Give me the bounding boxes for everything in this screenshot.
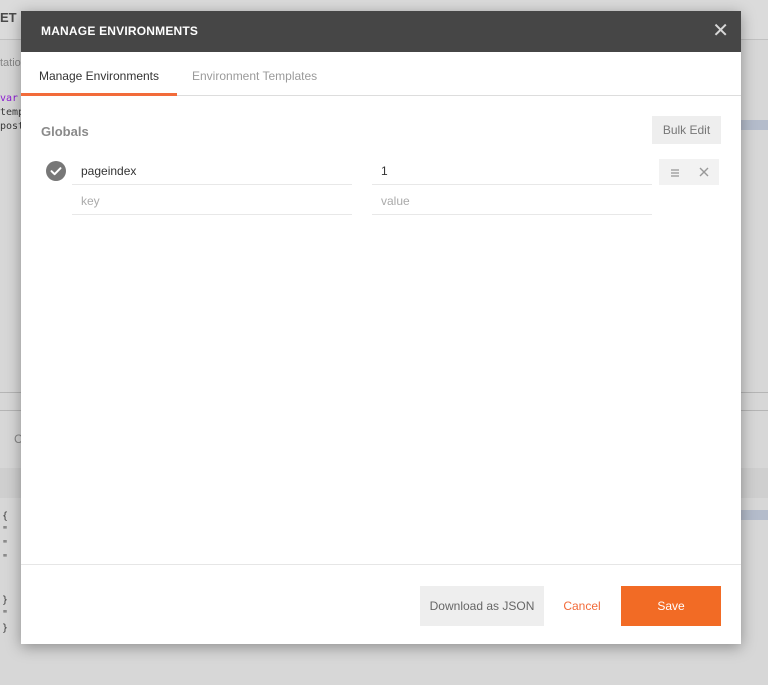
bulk-edit-button[interactable]: Bulk Edit (652, 116, 721, 144)
row-actions (659, 159, 719, 185)
value-input[interactable] (372, 157, 652, 185)
menu-icon[interactable] (669, 166, 681, 178)
download-as-json-button[interactable]: Download as JSON (420, 586, 544, 626)
save-button[interactable]: Save (621, 586, 721, 626)
new-key-input[interactable] (72, 187, 352, 215)
modal-header: MANAGE ENVIRONMENTS ✕ (21, 11, 741, 52)
modal-title: MANAGE ENVIRONMENTS (41, 24, 199, 38)
key-input[interactable] (72, 157, 352, 185)
close-icon[interactable]: ✕ (712, 19, 729, 43)
check-icon[interactable] (46, 161, 66, 181)
tab-manage-environments[interactable]: Manage Environments (21, 52, 177, 96)
modal-tabs: Manage Environments Environment Template… (21, 52, 741, 96)
new-value-input[interactable] (372, 187, 652, 215)
manage-environments-modal: MANAGE ENVIRONMENTS ✕ Manage Environment… (21, 11, 741, 644)
modal-footer: Download as JSON Cancel Save (21, 564, 741, 644)
cancel-button[interactable]: Cancel (556, 586, 608, 626)
tab-environment-templates[interactable]: Environment Templates (192, 52, 317, 96)
delete-icon[interactable] (697, 165, 711, 179)
globals-section-title: Globals (41, 124, 89, 139)
